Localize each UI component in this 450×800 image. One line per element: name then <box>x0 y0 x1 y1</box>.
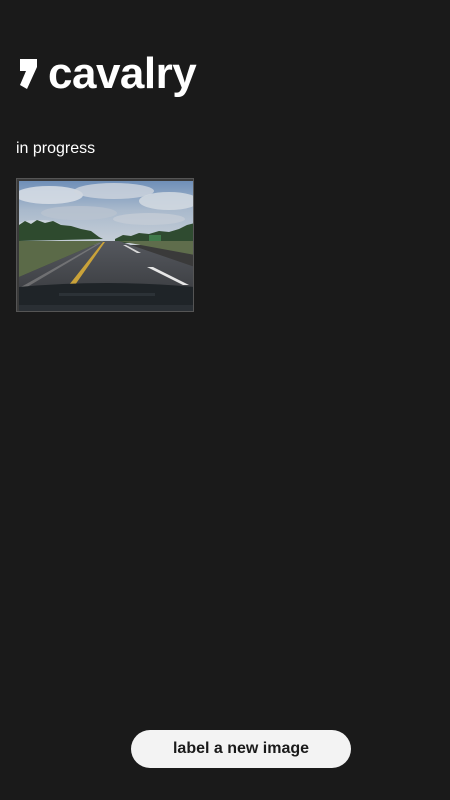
in-progress-image-card[interactable] <box>16 178 194 312</box>
highway-road-photo <box>19 181 193 311</box>
app-header: cavalry <box>16 48 197 100</box>
comma-logo-icon <box>20 59 37 89</box>
label-new-image-button[interactable]: label a new image <box>131 730 351 768</box>
in-progress-heading: in progress <box>16 140 96 157</box>
brand-name: cavalry <box>48 49 197 98</box>
app-screen: cavalry in progress label a new image <box>0 0 450 800</box>
